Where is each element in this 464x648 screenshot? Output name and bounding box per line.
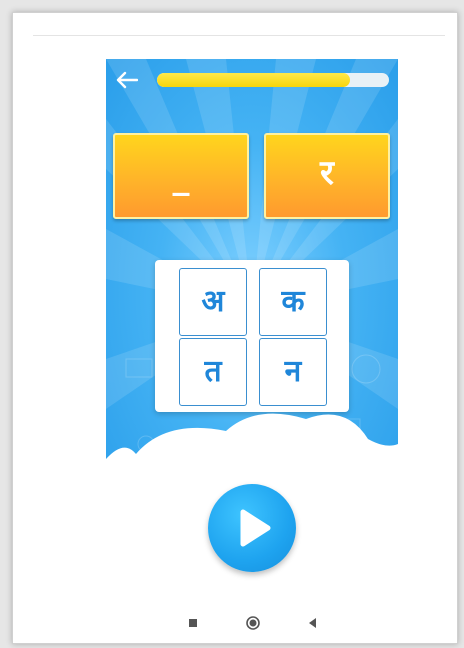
game-panel: _ र अ क त न: [106, 59, 398, 479]
cloud-wave: [106, 413, 398, 479]
android-nav-bar: [13, 608, 457, 638]
play-button[interactable]: [208, 484, 296, 572]
triangle-back-icon[interactable]: [302, 612, 324, 634]
status-bar-divider: [33, 35, 445, 36]
square-icon[interactable]: [182, 612, 204, 634]
device-frame: _ र अ क त न: [12, 12, 458, 644]
circle-icon[interactable]: [242, 612, 264, 634]
play-icon: [240, 509, 271, 547]
